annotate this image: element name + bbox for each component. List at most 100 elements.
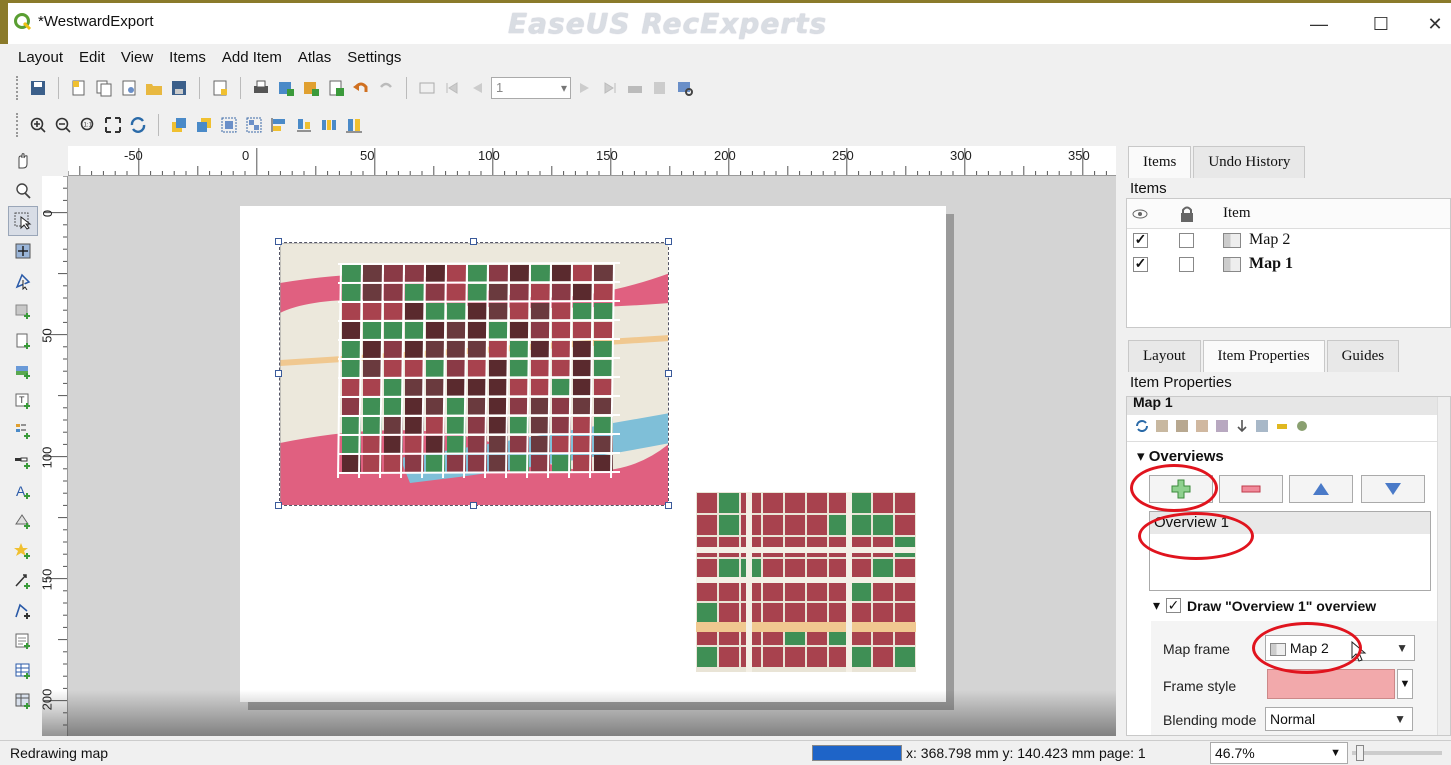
refresh-icon[interactable] (1135, 419, 1149, 433)
add-map-icon[interactable] (8, 296, 38, 326)
zoom-in-icon[interactable] (27, 114, 49, 136)
export-svg-icon[interactable] (300, 77, 322, 99)
zoom-slider[interactable] (1352, 751, 1442, 755)
print-icon[interactable] (250, 77, 272, 99)
add-polyline-icon[interactable] (8, 596, 38, 626)
duplicate-layout-icon[interactable] (93, 77, 115, 99)
save-icon[interactable] (27, 77, 49, 99)
add-north-arrow-icon[interactable]: A (8, 476, 38, 506)
open-template-icon[interactable] (143, 77, 165, 99)
set-extent-icon[interactable] (1155, 419, 1169, 433)
undo-icon[interactable] (350, 77, 372, 99)
lower-items-icon[interactable] (193, 114, 215, 136)
selection-handle[interactable] (665, 238, 672, 245)
bookmark-icon[interactable] (1195, 419, 1209, 433)
lock-checkbox[interactable] (1179, 257, 1194, 272)
previous-feature-icon[interactable] (466, 77, 488, 99)
view-extent-icon[interactable] (1175, 419, 1189, 433)
move-down-icon[interactable] (1235, 419, 1249, 433)
add-shape-icon[interactable] (8, 506, 38, 536)
new-layout-icon[interactable] (68, 77, 90, 99)
menu-view[interactable]: View (121, 49, 153, 66)
add-marker-icon[interactable] (8, 536, 38, 566)
collapse-arrow-icon[interactable]: ▾ (1153, 597, 1160, 614)
pin-icon[interactable] (1275, 419, 1289, 433)
minimize-button[interactable]: — (1296, 9, 1342, 39)
move-overview-down-button[interactable] (1361, 475, 1425, 503)
add-legend-icon[interactable] (8, 416, 38, 446)
resize-icon[interactable] (318, 114, 340, 136)
select-move-icon[interactable] (8, 206, 38, 236)
menu-atlas[interactable]: Atlas (298, 49, 331, 66)
draw-overview-group[interactable]: ▾ ✓ Draw "Overview 1" overview (1153, 597, 1376, 614)
add-arrow-icon[interactable] (8, 566, 38, 596)
tab-items[interactable]: Items (1128, 146, 1192, 178)
layout-page[interactable] (240, 206, 946, 702)
menu-items[interactable]: Items (169, 49, 206, 66)
properties-scrollbar[interactable] (1437, 397, 1450, 735)
menu-settings[interactable]: Settings (347, 49, 401, 66)
frame-style-swatch[interactable] (1267, 669, 1395, 699)
add-scalebar-icon[interactable] (8, 446, 38, 476)
move-overview-up-button[interactable] (1289, 475, 1353, 503)
move-content-icon[interactable] (8, 236, 38, 266)
tab-item-properties[interactable]: Item Properties (1202, 340, 1325, 372)
next-feature-icon[interactable] (574, 77, 596, 99)
zoom-combo[interactable]: 46.7% ▼ (1210, 742, 1348, 764)
menu-edit[interactable]: Edit (79, 49, 105, 66)
raise-items-icon[interactable] (168, 114, 190, 136)
page-setup-icon[interactable] (209, 77, 231, 99)
menu-add-item[interactable]: Add Item (222, 49, 282, 66)
item-row-map1[interactable]: ✓ Map 1 (1127, 253, 1450, 277)
selection-handle[interactable] (470, 502, 477, 509)
atlas-page-combo[interactable]: 1 (491, 77, 571, 99)
export-image-icon[interactable] (275, 77, 297, 99)
selection-handle[interactable] (665, 502, 672, 509)
zoom-full-icon[interactable] (102, 114, 124, 136)
export-pdf-icon[interactable] (325, 77, 347, 99)
visible-checkbox[interactable]: ✓ (1133, 233, 1148, 248)
zoom-slider-handle[interactable] (1356, 745, 1364, 761)
selection-handle[interactable] (275, 238, 282, 245)
first-feature-icon[interactable] (441, 77, 463, 99)
pan-icon[interactable] (8, 146, 38, 176)
add-html-icon[interactable] (8, 626, 38, 656)
tab-undo-history[interactable]: Undo History (1193, 146, 1306, 178)
zoom-out-icon[interactable] (52, 114, 74, 136)
last-feature-icon[interactable] (599, 77, 621, 99)
tab-layout[interactable]: Layout (1128, 340, 1201, 372)
add-picture-icon[interactable] (8, 356, 38, 386)
map-frame-combo[interactable]: Map 2 ▼ (1265, 635, 1415, 661)
overview-list-item[interactable]: Overview 1 (1150, 512, 1430, 534)
blending-mode-combo[interactable]: Normal ▼ (1265, 707, 1413, 731)
add-fixed-table-icon[interactable] (8, 686, 38, 716)
group-items-icon[interactable] (218, 114, 240, 136)
ungroup-items-icon[interactable] (243, 114, 265, 136)
tab-guides[interactable]: Guides (1326, 340, 1400, 372)
map-item-2[interactable] (696, 492, 916, 672)
print-atlas-icon[interactable] (624, 77, 646, 99)
remove-overview-button[interactable] (1219, 475, 1283, 503)
distribute-icon[interactable] (293, 114, 315, 136)
menu-layout[interactable]: Layout (18, 49, 63, 66)
zoom-actual-icon[interactable]: 1:1 (77, 114, 99, 136)
toolbar-grip[interactable] (16, 76, 20, 100)
labels-icon[interactable] (1215, 419, 1229, 433)
visible-checkbox[interactable]: ✓ (1133, 257, 1148, 272)
selection-handle[interactable] (275, 502, 282, 509)
export-atlas-icon[interactable] (649, 77, 671, 99)
toolbar-grip[interactable] (16, 113, 20, 137)
item-row-map2[interactable]: ✓ Map 2 (1127, 229, 1450, 253)
map-item-1[interactable] (279, 242, 669, 506)
close-button[interactable]: ✕ (1412, 9, 1451, 39)
overviews-section[interactable]: ▾ Overviews (1137, 447, 1224, 465)
refresh-icon[interactable] (127, 114, 149, 136)
lock-checkbox[interactable] (1179, 233, 1194, 248)
frame-style-dropdown-icon[interactable]: ▼ (1397, 669, 1413, 699)
settings-icon[interactable] (1295, 419, 1309, 433)
selection-handle[interactable] (665, 370, 672, 377)
add-attribute-table-icon[interactable] (8, 656, 38, 686)
maximize-button[interactable]: ☐ (1358, 9, 1404, 39)
redo-icon[interactable] (375, 77, 397, 99)
layout-canvas[interactable] (68, 176, 1116, 736)
